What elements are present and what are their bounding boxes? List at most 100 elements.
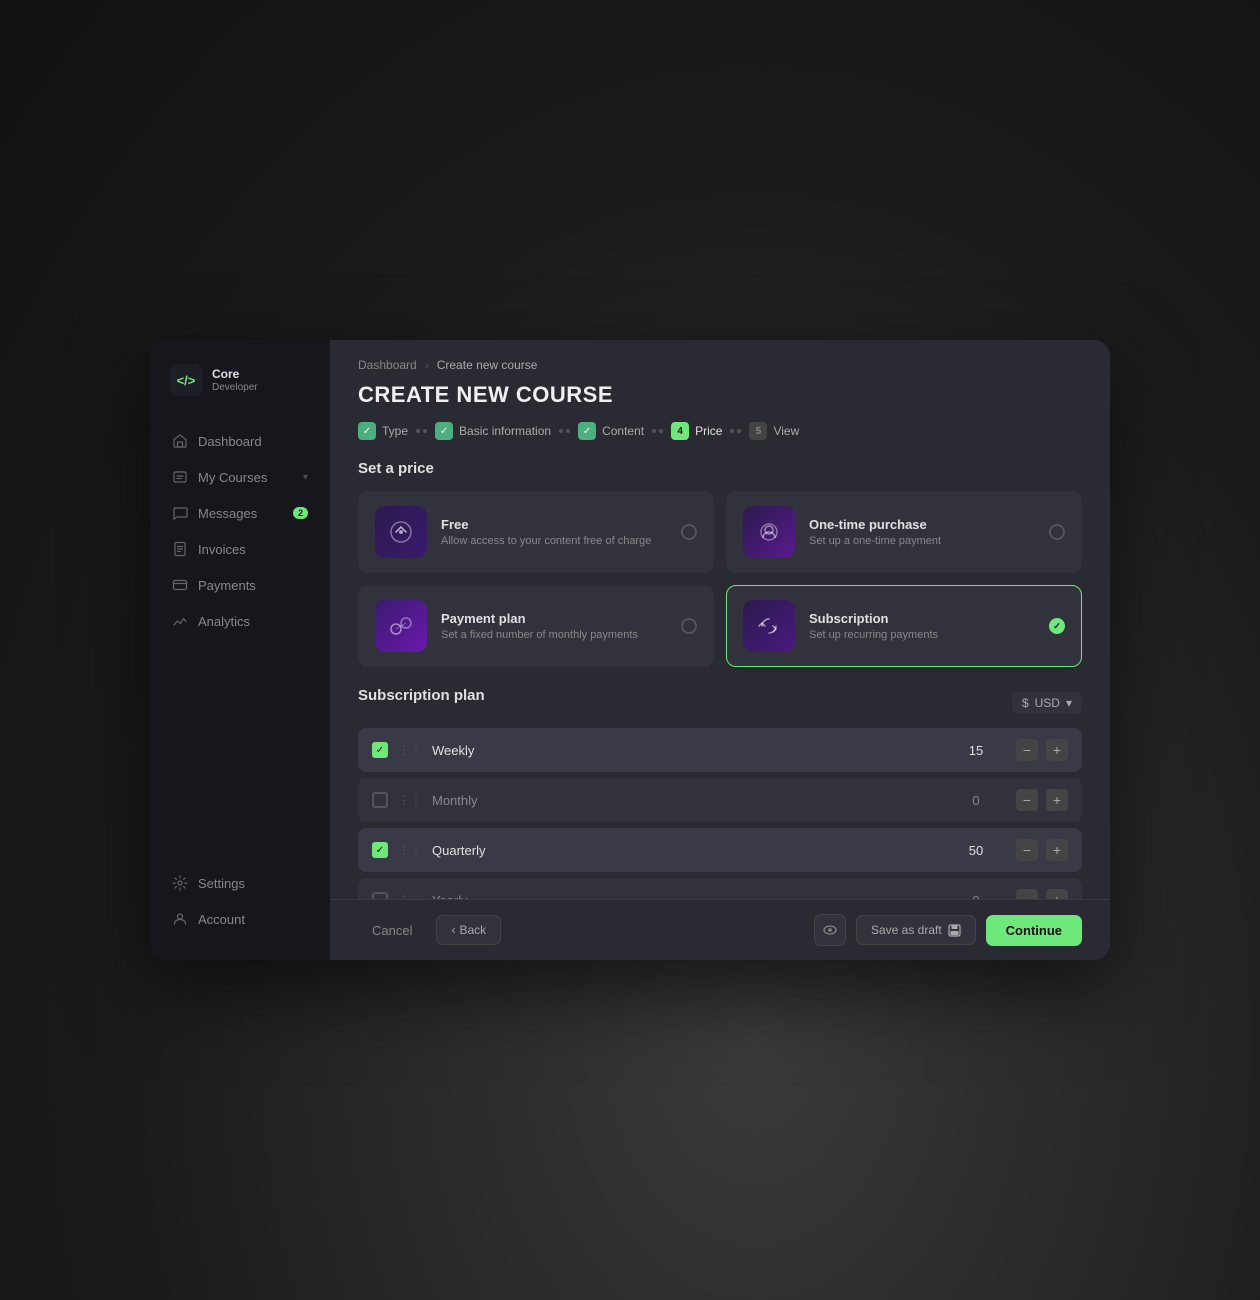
weekly-checkbox[interactable]: ✓ [372, 742, 388, 758]
step-check-icon: ✓ [435, 422, 453, 440]
quarterly-increment[interactable]: + [1046, 839, 1068, 861]
step-basic-info: ✓ Basic information [435, 422, 551, 440]
payment-icon [172, 577, 188, 593]
weekly-value: 15 [946, 743, 1006, 758]
sidebar-item-label: Invoices [198, 542, 246, 557]
sidebar: </> Core Developer Dashboard My Cou [150, 340, 330, 960]
monthly-drag-handle[interactable]: ⋮⋮ [398, 793, 422, 807]
brand-sub: Developer [212, 382, 258, 393]
sidebar-item-label: Messages [198, 506, 257, 521]
continue-button[interactable]: Continue [986, 915, 1082, 946]
back-button[interactable]: ‹ Back [436, 915, 501, 945]
monthly-increment[interactable]: + [1046, 789, 1068, 811]
monthly-label: Monthly [432, 793, 936, 808]
breadcrumb-current: Create new course [437, 358, 538, 372]
weekly-label: Weekly [432, 743, 936, 758]
price-option-free[interactable]: Free Allow access to your content free o… [358, 491, 714, 573]
sidebar-item-analytics[interactable]: Analytics [160, 604, 320, 638]
quarterly-drag-handle[interactable]: ⋮⋮ [398, 843, 422, 857]
monthly-checkbox[interactable] [372, 792, 388, 808]
step-check-icon: ✓ [578, 422, 596, 440]
breadcrumb: Dashboard › Create new course [358, 358, 1082, 372]
step-label: Price [695, 424, 722, 438]
onetime-radio[interactable] [1049, 524, 1065, 540]
onetime-card-desc: Set up a one-time payment [809, 535, 1035, 547]
app-window: </> Core Developer Dashboard My Cou [150, 340, 1110, 960]
currency-symbol: $ [1022, 696, 1029, 710]
sidebar-item-dashboard[interactable]: Dashboard [160, 424, 320, 458]
step-label: Content [602, 424, 644, 438]
cancel-button[interactable]: Cancel [358, 915, 426, 946]
subscription-plan-header: Subscription plan $ USD ▾ [358, 687, 1082, 718]
home-icon [172, 433, 188, 449]
sidebar-item-label: Analytics [198, 614, 250, 629]
subscription-rows: ✓ ⋮⋮ Weekly 15 − + ⋮⋮ Monthly [358, 728, 1082, 899]
sidebar-item-account[interactable]: Account [160, 902, 320, 936]
payment-plan-radio[interactable] [681, 618, 697, 634]
sidebar-item-label: Dashboard [198, 434, 262, 449]
main-content: Dashboard › Create new course CREATE NEW… [330, 340, 1110, 960]
sidebar-item-settings[interactable]: Settings [160, 866, 320, 900]
analytics-icon [172, 613, 188, 629]
price-option-payment-plan[interactable]: Payment plan Set a fixed number of month… [358, 585, 714, 667]
weekly-controls: − + [1016, 739, 1068, 761]
weekly-increment[interactable]: + [1046, 739, 1068, 761]
chevron-down-icon: ▾ [303, 472, 308, 483]
sidebar-item-label: My Courses [198, 470, 267, 485]
step-type: ✓ Type [358, 422, 408, 440]
quarterly-controls: − + [1016, 839, 1068, 861]
currency-chevron: ▾ [1066, 696, 1072, 710]
breadcrumb-sep: › [425, 358, 429, 372]
price-section-title: Set a price [358, 460, 1082, 477]
weekly-decrement[interactable]: − [1016, 739, 1038, 761]
sidebar-item-payments[interactable]: Payments [160, 568, 320, 602]
subscription-card-desc: Set up recurring payments [809, 629, 1035, 641]
message-icon [172, 505, 188, 521]
step-label: Type [382, 424, 408, 438]
back-label: Back [459, 923, 486, 937]
save-icon [948, 924, 961, 937]
monthly-decrement[interactable]: − [1016, 789, 1038, 811]
payment-plan-card-title: Payment plan [441, 611, 667, 626]
breadcrumb-parent[interactable]: Dashboard [358, 358, 417, 372]
onetime-card-info: One-time purchase Set up a one-time paym… [809, 517, 1035, 547]
yearly-increment[interactable]: + [1046, 889, 1068, 899]
quarterly-checkbox[interactable]: ✓ [372, 842, 388, 858]
settings-icon [172, 875, 188, 891]
save-draft-button[interactable]: Save as draft [856, 915, 976, 945]
courses-icon [172, 469, 188, 485]
weekly-drag-handle[interactable]: ⋮⋮ [398, 743, 422, 757]
account-icon [172, 911, 188, 927]
subscription-row-quarterly: ✓ ⋮⋮ Quarterly 50 − + [358, 828, 1082, 872]
free-card-info: Free Allow access to your content free o… [441, 517, 667, 547]
page-title: CREATE NEW COURSE [358, 382, 1082, 408]
subscription-row-yearly: ⋮⋮ Yearly 0 − + [358, 878, 1082, 899]
yearly-decrement[interactable]: − [1016, 889, 1038, 899]
price-option-subscription[interactable]: Subscription Set up recurring payments [726, 585, 1082, 667]
payment-plan-card-desc: Set a fixed number of monthly payments [441, 629, 667, 641]
yearly-checkbox[interactable] [372, 892, 388, 899]
subscription-card-title: Subscription [809, 611, 1035, 626]
logo-text: Core Developer [212, 367, 258, 392]
sidebar-item-invoices[interactable]: Invoices [160, 532, 320, 566]
quarterly-decrement[interactable]: − [1016, 839, 1038, 861]
subscription-row-monthly: ⋮⋮ Monthly 0 − + [358, 778, 1082, 822]
preview-button[interactable] [814, 914, 846, 946]
subscription-radio[interactable] [1049, 618, 1065, 634]
step-number: 4 [671, 422, 689, 440]
sidebar-item-my-courses[interactable]: My Courses ▾ [160, 460, 320, 494]
price-option-onetime[interactable]: One-time purchase Set up a one-time paym… [726, 491, 1082, 573]
price-options: Free Allow access to your content free o… [358, 491, 1082, 667]
quarterly-label: Quarterly [432, 843, 936, 858]
messages-badge: 2 [293, 507, 308, 519]
free-card-desc: Allow access to your content free of cha… [441, 535, 667, 547]
sidebar-item-messages[interactable]: Messages 2 [160, 496, 320, 530]
content-area: Set a price Free Allow access to your co… [330, 460, 1110, 899]
step-dots-2 [559, 429, 570, 433]
free-radio[interactable] [681, 524, 697, 540]
currency-code: USD [1035, 696, 1060, 710]
bottom-bar: Cancel ‹ Back Save as draft Co [330, 899, 1110, 960]
currency-selector[interactable]: $ USD ▾ [1012, 692, 1082, 714]
subscription-plan-section: Subscription plan $ USD ▾ ✓ ⋮⋮ Weekly 15 [358, 687, 1082, 899]
sidebar-bottom: Settings Account [150, 866, 330, 936]
